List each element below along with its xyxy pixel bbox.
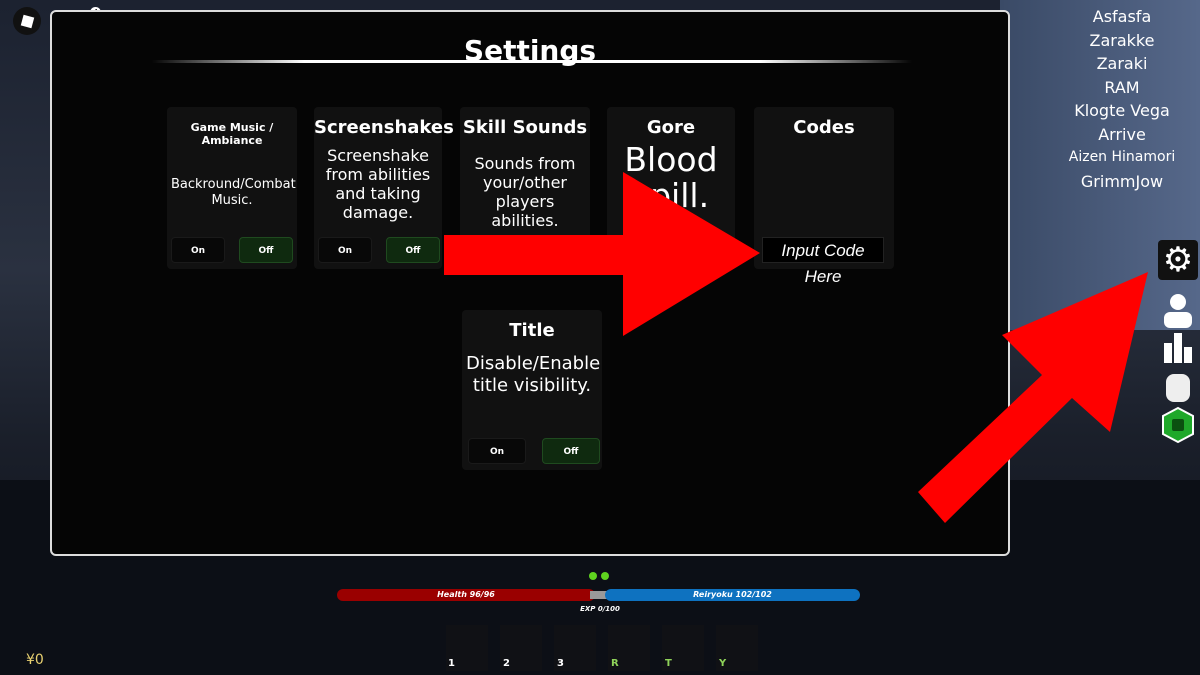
status-dots (589, 572, 609, 580)
health-bar: Health 96/96 (337, 589, 595, 601)
exp-label: EXP 0/100 (580, 605, 620, 613)
hotbar-key: 3 (557, 658, 564, 669)
currency-label: ¥0 (26, 652, 44, 668)
hotbar-key: Y (719, 658, 727, 669)
hotbar-key: R (611, 658, 619, 669)
red-arrow-diagonal (918, 272, 1148, 523)
red-arrow-right (444, 172, 760, 336)
hotbar-key: T (665, 658, 672, 669)
reiryoku-bar: Reiryoku 102/102 (605, 589, 860, 601)
hotbar-key: 2 (503, 658, 510, 669)
hotbar-key: 1 (448, 658, 455, 669)
